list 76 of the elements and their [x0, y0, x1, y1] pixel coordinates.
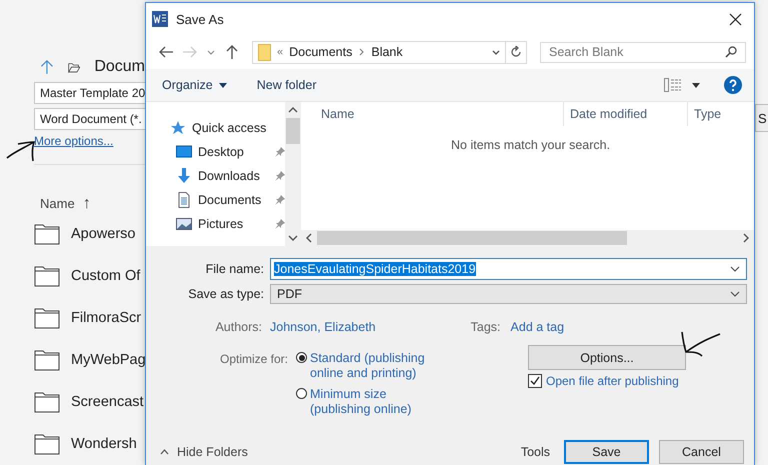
chevron-up-icon[interactable]: [160, 448, 169, 454]
optimize-radio[interactable]: Minimum size (publishing online): [296, 387, 428, 417]
help-icon[interactable]: [724, 76, 742, 94]
more-options-link[interactable]: More options...: [34, 134, 114, 148]
star-icon: [170, 120, 186, 136]
folder-name[interactable]: Custom Of: [71, 268, 140, 284]
file-name-label: File name:: [204, 262, 265, 276]
folder-icon: [34, 348, 60, 371]
pin-icon[interactable]: [275, 147, 285, 157]
options-button[interactable]: Options...: [528, 345, 686, 370]
sort-arrow: ↑: [82, 194, 91, 213]
folder-name[interactable]: FilmoraScr: [71, 310, 142, 326]
hand-drawn-arrow-drawing: [680, 330, 722, 358]
folder-name[interactable]: Screencast: [71, 394, 144, 410]
side-button[interactable]: S: [755, 104, 768, 132]
pin-icon[interactable]: [275, 171, 285, 181]
folder-icon: [34, 264, 60, 287]
checkmark-icon[interactable]: [530, 376, 540, 386]
navigation-item[interactable]: Documents: [176, 188, 285, 212]
optimize-radio[interactable]: Standard (publishing online and printing): [296, 351, 428, 381]
up-arrow-icon[interactable]: [224, 44, 240, 60]
refresh-icon[interactable]: [510, 46, 522, 58]
save-as-type-dropdown[interactable]: PDF: [270, 284, 747, 304]
scrollbar-thumb[interactable]: [317, 231, 627, 245]
close-button[interactable]: [727, 12, 744, 26]
dropdown-triangle-icon[interactable]: [218, 82, 227, 88]
picture-icon: [176, 216, 192, 232]
column-header[interactable]: Type: [687, 102, 747, 126]
window-title: Save As: [176, 12, 224, 26]
folder-icon: [34, 306, 60, 329]
navigation-item[interactable]: Downloads: [176, 164, 285, 188]
back-arrow-icon[interactable]: [158, 44, 174, 60]
authors-link[interactable]: Johnson, Elizabeth: [270, 320, 376, 334]
add-tag-link[interactable]: Add a tag: [510, 320, 564, 334]
navigation-item[interactable]: Desktop: [176, 140, 285, 164]
location-text: Docum: [94, 58, 145, 76]
breadcrumb-item[interactable]: Blank: [371, 45, 403, 59]
chevron-down-icon[interactable]: [730, 291, 740, 297]
name-column-header[interactable]: Name: [40, 196, 75, 212]
dialog-button[interactable]: Cancel: [659, 440, 744, 464]
new-folder-button[interactable]: New folder: [256, 78, 316, 92]
pin-icon[interactable]: [275, 195, 285, 205]
column-header[interactable]: Date modified: [563, 102, 687, 126]
authors-label: Authors:: [214, 320, 263, 334]
chevron-down-icon[interactable]: [730, 266, 740, 272]
tags-label: Tags:: [470, 320, 501, 334]
folder-icon: [34, 222, 60, 245]
save-as-type-label: Save as type:: [187, 287, 265, 301]
overflow-chevron[interactable]: «: [277, 46, 284, 58]
column-header[interactable]: Name: [301, 102, 563, 126]
optimize-label: Optimize for:: [218, 351, 289, 368]
download-arrow-icon: [176, 168, 192, 184]
search-icon: [725, 46, 737, 58]
pin-icon[interactable]: [275, 219, 285, 229]
folder-name[interactable]: Wondersh: [71, 436, 137, 452]
breadcrumb-item[interactable]: Documents: [289, 45, 352, 59]
folder-icon: [34, 390, 60, 413]
dialog-button[interactable]: Save: [564, 440, 649, 464]
search-field[interactable]: Search Blank: [540, 42, 746, 62]
word-icon: [152, 11, 168, 27]
navigation-item[interactable]: Pictures: [176, 212, 285, 236]
document-icon: [176, 192, 192, 208]
folder-icon: [258, 44, 271, 60]
open-after-publishing-checkbox[interactable]: Open file after publishing: [528, 374, 686, 388]
desktop-icon: [176, 144, 192, 160]
scrollbar-thumb[interactable]: [286, 118, 300, 144]
tools-menu[interactable]: Tools: [520, 444, 550, 458]
empty-message: No items match your search.: [450, 137, 612, 152]
hide-folders-button[interactable]: Hide Folders: [160, 444, 248, 458]
address-bar[interactable]: « Documents Blank: [252, 40, 527, 64]
folder-name[interactable]: MyWebPag: [71, 352, 146, 368]
view-options-icon[interactable]: [664, 78, 700, 92]
folder-name[interactable]: Apowerso: [71, 226, 136, 242]
folder-icon: [34, 432, 60, 455]
file-name-field[interactable]: JonesEvaulatingSpiderHabitats2019: [270, 258, 747, 280]
separator-chevron-icon[interactable]: [358, 48, 366, 56]
